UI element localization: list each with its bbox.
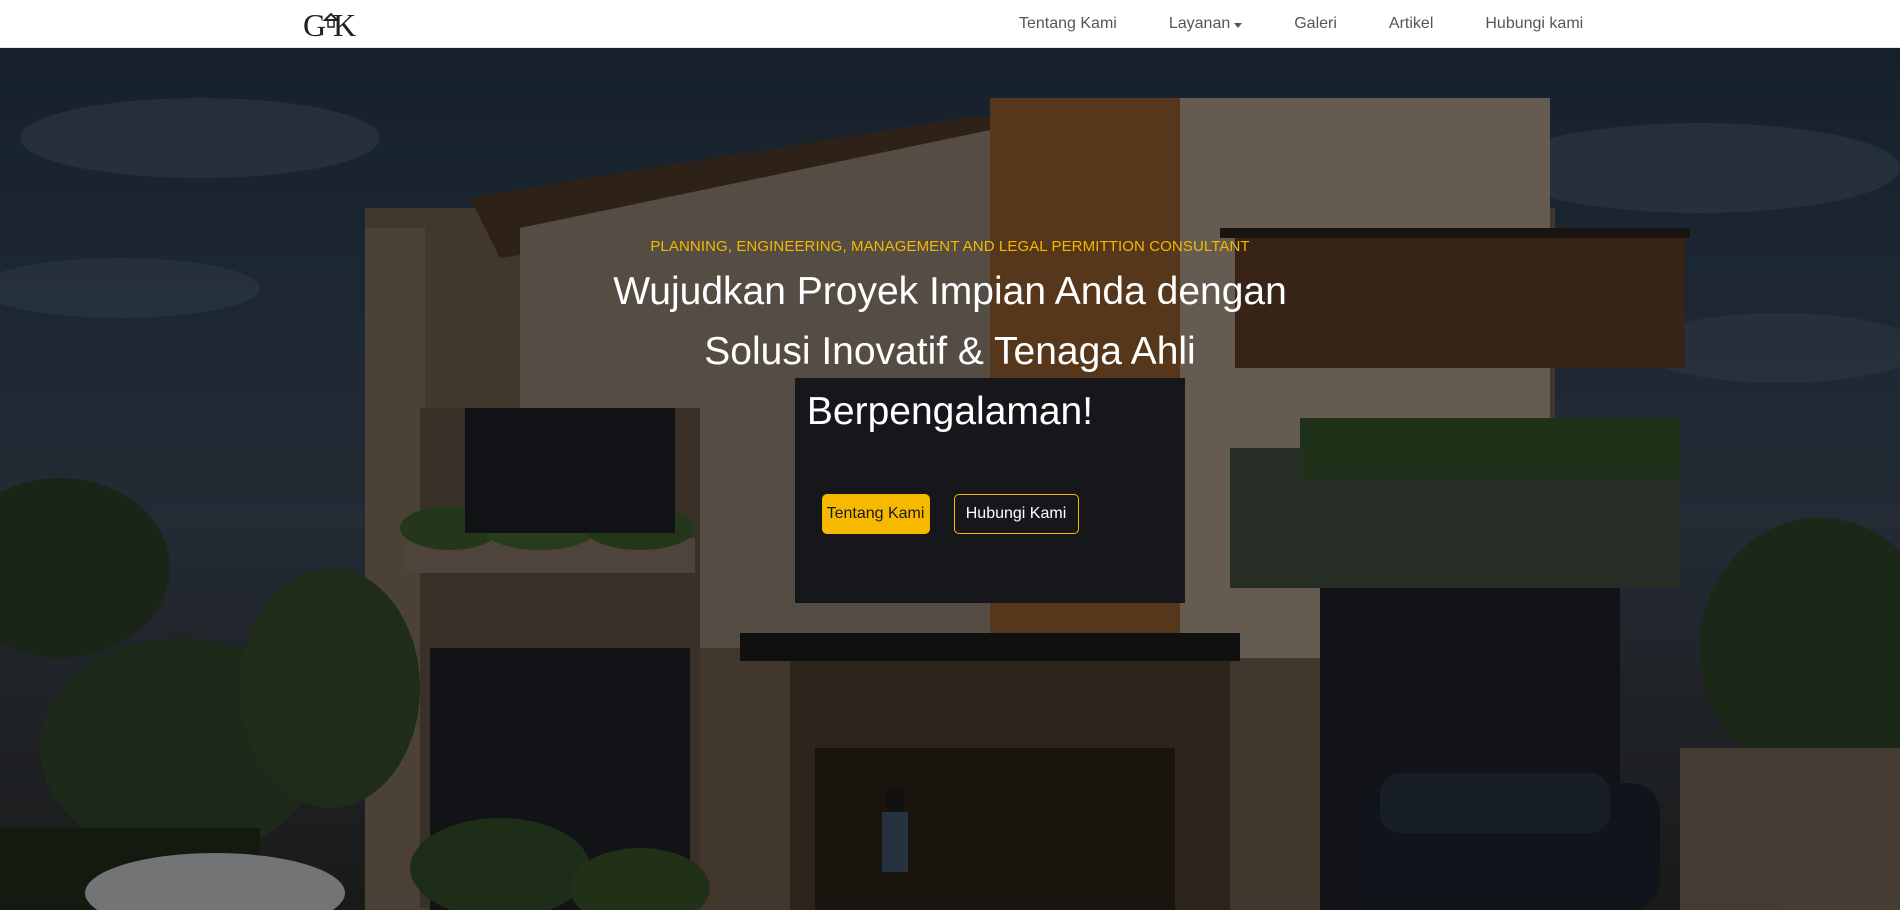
nav-menu: Tentang Kami Layanan Galeri Artikel Hubu… — [1019, 0, 1609, 48]
nav-item-layanan[interactable]: Layanan — [1143, 0, 1268, 48]
nav-item-galeri[interactable]: Galeri — [1268, 0, 1363, 48]
svg-text:K: K — [333, 7, 356, 40]
tentang-kami-button[interactable]: Tentang Kami — [821, 494, 930, 534]
hero-cta-row: Tentang Kami Hubungi Kami — [560, 494, 1340, 534]
hero-tagline: PLANNING, ENGINEERING, MANAGEMENT AND LE… — [650, 238, 1250, 255]
hero-headline-line: Wujudkan Proyek Impian Anda dengan — [613, 270, 1287, 313]
nav-item-label: Layanan — [1168, 15, 1231, 32]
hero-headline: Wujudkan Proyek Impian Anda dengan Solus… — [560, 262, 1340, 442]
hero-content: PLANNING, ENGINEERING, MANAGEMENT AND LE… — [560, 238, 1340, 534]
nav-item-label: Tentang Kami — [1019, 15, 1117, 32]
nav-item-artikel[interactable]: Artikel — [1363, 0, 1459, 48]
nav-item-tentang-kami[interactable]: Tentang Kami — [1019, 0, 1143, 48]
gk-logo-icon: G K — [303, 7, 356, 40]
nav-item-label: Galeri — [1294, 15, 1337, 32]
svg-text:G: G — [303, 7, 326, 40]
brand-logo[interactable]: G K — [303, 6, 365, 40]
nav-item-label: Artikel — [1388, 15, 1434, 32]
nav-item-label: Hubungi kami — [1485, 15, 1584, 32]
caret-down-icon — [1234, 22, 1243, 28]
hero-headline-line: Solusi Inovatif & Tenaga Ahli — [704, 330, 1196, 373]
navbar: G K Tentang Kami Layanan Galeri Artikel … — [0, 0, 1900, 48]
nav-item-hubungi-kami[interactable]: Hubungi kami — [1459, 0, 1609, 48]
hero-headline-line: Berpengalaman! — [806, 390, 1094, 433]
hubungi-kami-button[interactable]: Hubungi Kami — [953, 494, 1079, 534]
hero-section: PLANNING, ENGINEERING, MANAGEMENT AND LE… — [0, 48, 1900, 910]
